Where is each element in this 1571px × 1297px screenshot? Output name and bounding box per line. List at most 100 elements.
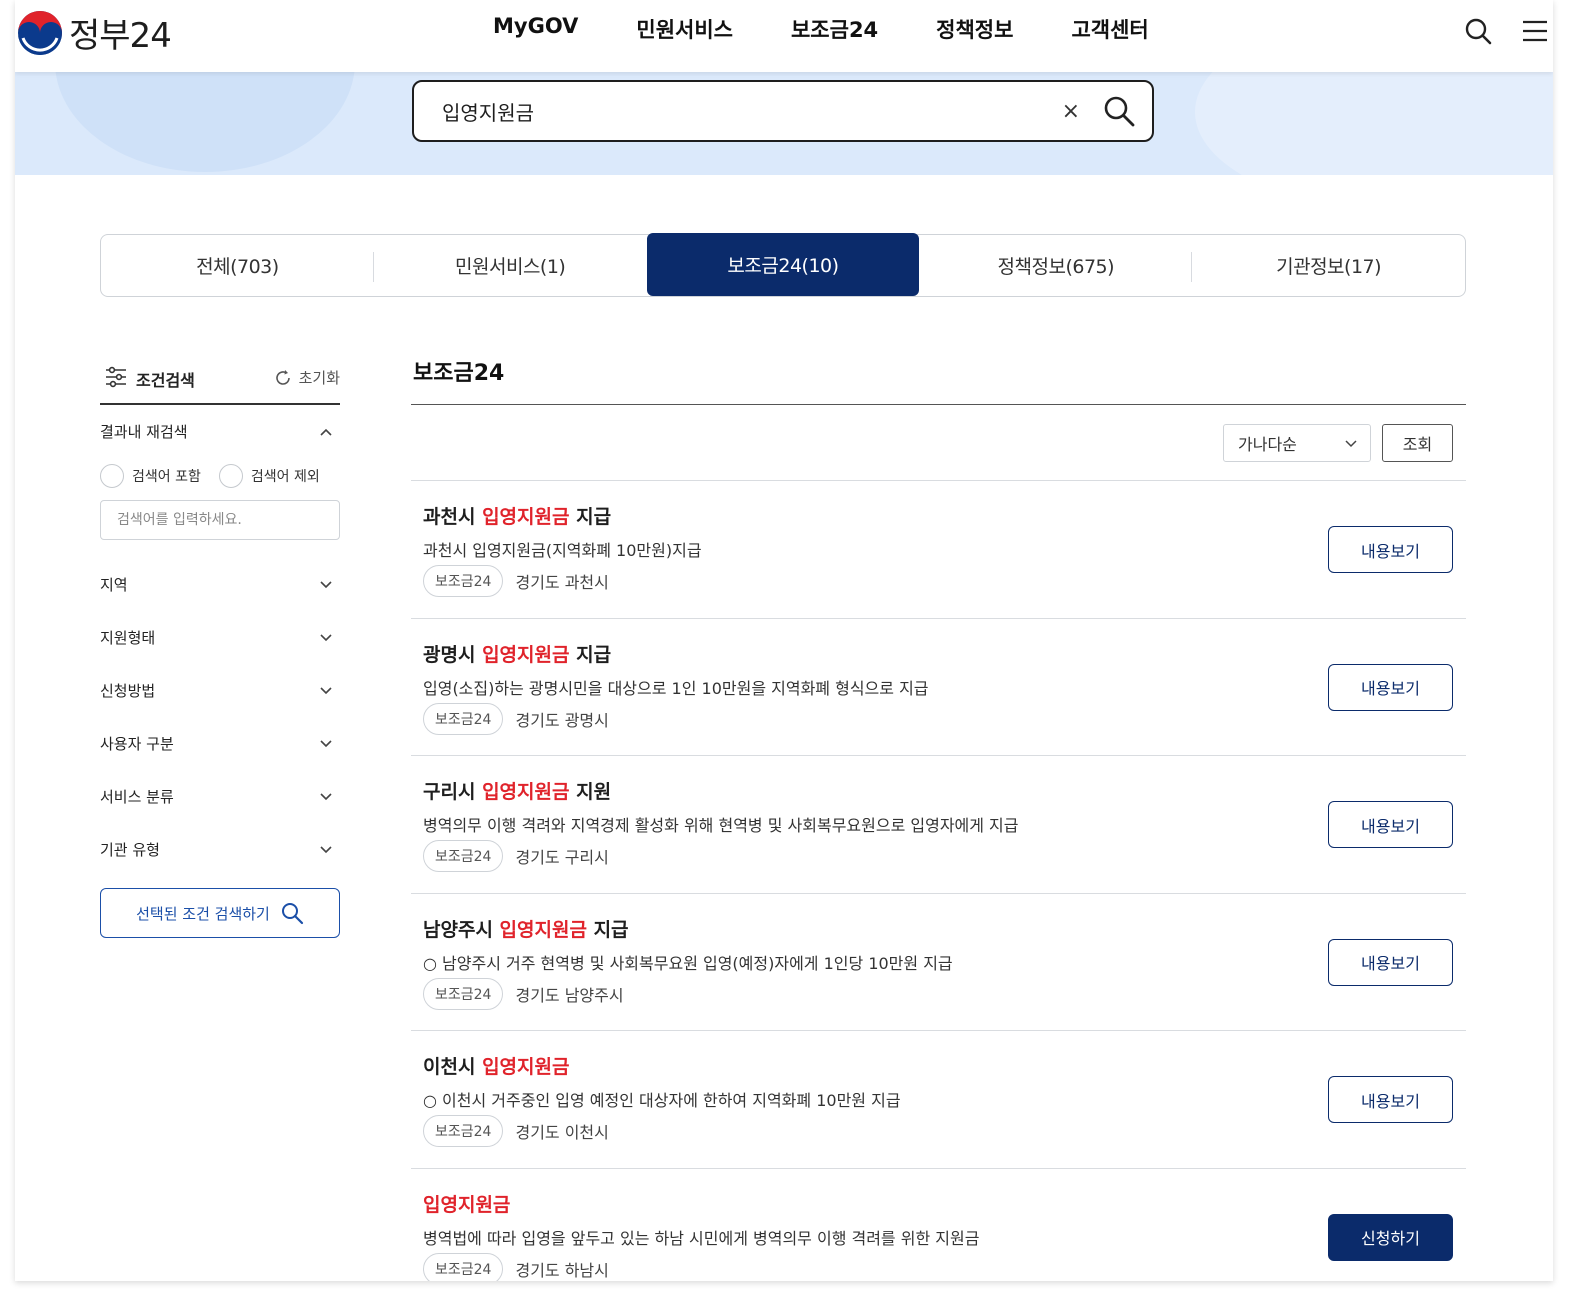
tab-civil-service[interactable]: 민원서비스(1): [374, 235, 647, 296]
item-meta: 보조금24 경기도 구리시: [423, 840, 609, 872]
item-title-prefix: 광명시: [423, 643, 483, 666]
search-box: ×: [412, 80, 1154, 142]
filter-sidebar: 조건검색 초기화 결과내 재검색 검색어 포함 검색어 제외 검색어를 입력하세…: [100, 355, 340, 938]
band-decoration: [55, 72, 355, 172]
facet-agency-type[interactable]: 기관 유형: [100, 823, 340, 876]
list-item: 이천시 입영지원금 ○ 이천시 거주중인 입영 예정인 대상자에 한하여 지역화…: [411, 1031, 1466, 1169]
refine-search-toggle[interactable]: 결과내 재검색: [100, 421, 340, 442]
page-frame: 정부24 MyGOV 민원서비스 보조금24 정책정보 고객센터 ×: [15, 0, 1553, 1281]
tab-subsidy24[interactable]: 보조금24(10): [646, 233, 920, 296]
view-details-button[interactable]: 내용보기: [1328, 938, 1453, 986]
nav-policy-info[interactable]: 정책정보: [936, 14, 1013, 44]
list-item: 과천시 입영지원금 지급 과천시 입영지원금(지역화폐 10만원)지급 보조금2…: [411, 481, 1466, 619]
item-title-highlight: 입영지원금: [482, 781, 570, 803]
reset-button[interactable]: 초기화: [273, 367, 340, 388]
item-title-suffix: 지급: [569, 643, 612, 666]
nav-subsidy24[interactable]: 보조금24: [791, 14, 878, 44]
radio-exclude-label: 검색어 제외: [250, 469, 320, 485]
item-title-highlight: 입영지원금: [482, 1056, 570, 1078]
facet-label: 지원형태: [100, 629, 156, 647]
item-description: 병역법에 따라 입영을 앞두고 있는 하남 시민에게 병역의무 이행 격려를 위…: [423, 1228, 980, 1248]
results-title: 보조금24: [411, 355, 1466, 405]
chevron-down-icon: [320, 633, 332, 641]
view-details-button[interactable]: 내용보기: [1328, 526, 1453, 573]
nav-customer-center[interactable]: 고객센터: [1071, 14, 1148, 44]
item-description: ○ 이천시 거주중인 입영 예정인 대상자에 한하여 지역화폐 10만원 지급: [423, 1091, 901, 1110]
sort-select[interactable]: 가나다순: [1223, 424, 1371, 462]
nav-civil-service[interactable]: 민원서비스: [636, 14, 733, 44]
item-description: 과천시 입영지원금(지역화폐 10만원)지급: [423, 541, 702, 560]
reset-label: 초기화: [298, 369, 340, 387]
chevron-down-icon: [320, 845, 332, 853]
facet-label: 서비스 분류: [100, 788, 174, 806]
facet-service-category[interactable]: 서비스 분류: [100, 770, 340, 823]
nav-mygov[interactable]: MyGOV: [493, 14, 578, 44]
item-title-prefix: 남양주시: [423, 918, 500, 941]
chevron-down-icon: [320, 792, 332, 800]
filter-sliders-icon: [106, 366, 126, 388]
item-title[interactable]: 과천시 입영지원금 지급: [423, 502, 611, 529]
item-title-prefix: 과천시: [423, 506, 483, 528]
item-region: 경기도 구리시: [515, 848, 609, 867]
refine-mode-radios: 검색어 포함 검색어 제외: [100, 464, 340, 488]
logo-text: 정부24: [69, 16, 172, 56]
view-details-button[interactable]: 내용보기: [1328, 1076, 1453, 1123]
view-details-button[interactable]: 내용보기: [1328, 801, 1453, 848]
results-panel: 보조금24 가나다순 조회 과천시 입영지원금 지급 과천시 입영지원금(지역화…: [411, 355, 1466, 1281]
facet-region[interactable]: 지역: [100, 558, 340, 611]
apply-button[interactable]: 신청하기: [1328, 1213, 1453, 1261]
refresh-icon: [275, 369, 290, 385]
filter-title: 조건검색: [136, 371, 195, 390]
search-selected-filters-button[interactable]: 선택된 조건 검색하기: [100, 888, 340, 938]
taegeuk-logo-icon: [18, 10, 62, 55]
search-submit-icon[interactable]: [1102, 94, 1136, 128]
chevron-up-icon: [320, 428, 332, 436]
category-badge: 보조금24: [423, 1115, 504, 1147]
item-title-suffix: 지급: [569, 506, 612, 528]
list-item: 구리시 입영지원금 지원 병역의무 이행 격려와 지역경제 활성화 위해 현역병…: [411, 756, 1466, 894]
item-title[interactable]: 구리시 입영지원금 지원: [423, 777, 611, 804]
radio-include[interactable]: [100, 464, 124, 488]
search-input[interactable]: [442, 99, 1022, 123]
radio-include-label: 검색어 포함: [132, 469, 201, 485]
clear-search-button[interactable]: ×: [1062, 99, 1080, 124]
item-title[interactable]: 광명시 입영지원금 지급: [423, 640, 611, 667]
list-item: 입영지원금 병역법에 따라 입영을 앞두고 있는 하남 시민에게 병역의무 이행…: [411, 1169, 1466, 1281]
item-title-highlight: 입영지원금: [482, 643, 570, 666]
facet-support-type[interactable]: 지원형태: [100, 611, 340, 664]
refine-search-input[interactable]: [100, 500, 340, 540]
item-title[interactable]: 입영지원금: [423, 1190, 510, 1217]
item-meta: 보조금24 경기도 하남시: [423, 1252, 609, 1281]
item-title-prefix: 이천시: [423, 1056, 483, 1078]
item-title[interactable]: 이천시 입영지원금: [423, 1052, 569, 1079]
item-meta: 보조금24 경기도 과천시: [423, 565, 609, 597]
filter-header: 조건검색 초기화: [100, 355, 340, 405]
sort-selected-value: 가나다순: [1238, 435, 1297, 454]
category-badge: 보조금24: [423, 840, 504, 872]
category-badge: 보조금24: [423, 565, 504, 597]
item-meta: 보조금24 경기도 광명시: [423, 702, 609, 735]
tab-agency-info[interactable]: 기관정보(17): [1192, 235, 1465, 296]
facet-label: 사용자 구분: [100, 735, 174, 753]
item-region: 경기도 과천시: [515, 573, 609, 592]
item-region: 경기도 광명시: [515, 710, 609, 730]
radio-exclude[interactable]: [218, 464, 243, 488]
refine-search-label: 결과내 재검색: [100, 423, 188, 441]
search-icon[interactable]: [1463, 16, 1493, 46]
search-icon: [281, 903, 303, 925]
sort-apply-button[interactable]: 조회: [1382, 424, 1453, 462]
facet-list: 지역 지원형태 신청방법 사용자 구분 서비스 분류 기관 유형: [100, 558, 340, 876]
item-title[interactable]: 남양주시 입영지원금 지급: [423, 915, 629, 942]
search-selected-filters-label: 선택된 조건 검색하기: [136, 904, 270, 923]
main-nav: MyGOV 민원서비스 보조금24 정책정보 고객센터: [493, 14, 1207, 44]
tab-all[interactable]: 전체(703): [101, 235, 374, 296]
tab-policy-info[interactable]: 정책정보(675): [919, 235, 1192, 296]
menu-icon[interactable]: [1520, 16, 1550, 46]
gov24-logo[interactable]: 정부24: [17, 8, 172, 57]
facet-label: 신청방법: [100, 682, 156, 700]
facet-user-type[interactable]: 사용자 구분: [100, 717, 340, 770]
view-details-button[interactable]: 내용보기: [1328, 663, 1453, 711]
item-region: 경기도 하남시: [515, 1260, 609, 1280]
item-title-suffix: 지원: [569, 781, 612, 803]
facet-apply-method[interactable]: 신청방법: [100, 664, 340, 717]
